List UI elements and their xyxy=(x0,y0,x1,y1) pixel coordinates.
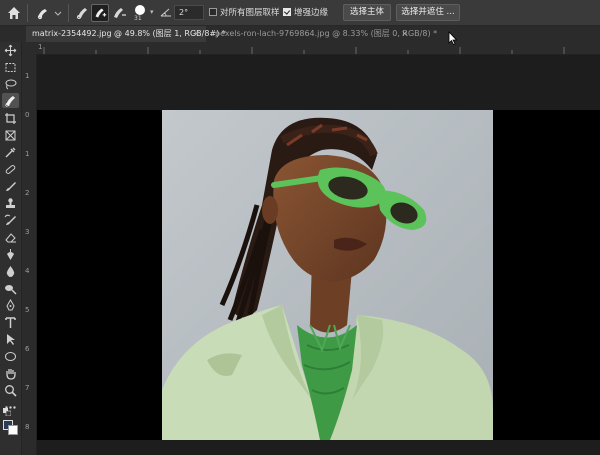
blur-tool-icon[interactable] xyxy=(4,265,17,278)
brush-size-value: 31 xyxy=(134,15,142,22)
angle-input[interactable]: 2° xyxy=(174,5,204,20)
enhance-edge-checkbox[interactable] xyxy=(283,8,291,16)
ruler-number: 6 xyxy=(25,345,30,353)
ruler-number: 1 xyxy=(38,43,43,51)
ruler-number: 5 xyxy=(25,306,30,314)
document-canvas[interactable] xyxy=(37,110,600,440)
ellipse-tool-icon[interactable] xyxy=(4,350,17,363)
ruler-corner xyxy=(22,42,36,54)
ruler-number: 0 xyxy=(25,111,30,119)
quick-selection-tool-icon[interactable] xyxy=(2,93,19,108)
lasso-tool-icon[interactable] xyxy=(4,78,17,91)
pen-tool-icon[interactable] xyxy=(4,299,17,312)
zoom-tool-icon[interactable] xyxy=(4,384,17,397)
crop-tool-icon[interactable] xyxy=(4,112,17,125)
sample-all-layers-label: 对所有图层取样 xyxy=(220,8,280,18)
canvas-workspace[interactable] xyxy=(37,55,600,455)
gradient-tool-icon[interactable] xyxy=(4,248,17,261)
clone-stamp-icon[interactable] xyxy=(4,197,17,210)
ruler-number: 7 xyxy=(25,384,30,392)
separator xyxy=(68,4,69,22)
path-selection-icon[interactable] xyxy=(4,333,17,346)
dodge-tool-icon[interactable] xyxy=(4,282,17,295)
angle-icon xyxy=(160,6,172,18)
separator xyxy=(27,4,28,22)
tab-matrix-document[interactable]: matrix-2354492.jpg @ 49.8% (图层 1, RGB/8#… xyxy=(26,26,226,42)
document-tab-bar: matrix-2354492.jpg @ 49.8% (图层 1, RGB/8#… xyxy=(0,26,600,42)
brush-preview[interactable] xyxy=(135,5,145,15)
frame-tool-icon[interactable] xyxy=(4,129,17,142)
chevron-down-icon[interactable]: ▾ xyxy=(150,8,154,16)
horizontal-ruler[interactable]: 1 xyxy=(36,42,600,55)
mouse-cursor-icon xyxy=(448,30,458,46)
healing-brush-icon[interactable] xyxy=(4,163,17,176)
ruler-number: 2 xyxy=(25,189,30,197)
add-to-selection-brush-icon[interactable] xyxy=(91,4,109,22)
close-icon[interactable]: × xyxy=(193,26,200,42)
enhance-edge-label: 增强边缘 xyxy=(294,8,329,18)
default-colors-icon[interactable] xyxy=(3,408,12,417)
new-selection-brush-icon[interactable] xyxy=(74,4,92,22)
ruler-number: 4 xyxy=(25,267,30,275)
portrait-photo[interactable] xyxy=(162,110,493,440)
subtract-from-selection-brush-icon[interactable] xyxy=(110,4,128,22)
brush-tool-icon[interactable] xyxy=(4,180,17,193)
home-icon[interactable] xyxy=(4,3,24,23)
ruler-number: 8 xyxy=(25,423,30,431)
hand-tool-icon[interactable] xyxy=(4,367,17,380)
marquee-tool-icon[interactable] xyxy=(4,61,17,74)
tool-preset-picker[interactable] xyxy=(34,4,64,22)
options-bar: 31 ▾ 2° 对所有图层取样 增强边缘 选择主体 选择并遮住 ... xyxy=(0,0,600,26)
tools-panel xyxy=(0,42,22,455)
select-and-mask-button[interactable]: 选择并遮住 ... xyxy=(396,4,460,21)
move-tool-icon[interactable] xyxy=(4,44,17,57)
close-icon[interactable]: × xyxy=(401,26,408,42)
background-color-swatch[interactable] xyxy=(8,425,18,435)
type-tool-icon[interactable] xyxy=(4,316,17,329)
eyedropper-tool-icon[interactable] xyxy=(4,146,17,159)
ruler-number: 1 xyxy=(25,150,30,158)
sample-all-layers-checkbox[interactable] xyxy=(209,8,217,16)
eraser-tool-icon[interactable] xyxy=(4,231,17,244)
ruler-number: 3 xyxy=(25,228,30,236)
vertical-ruler[interactable]: 1 0 1 2 3 4 5 6 7 8 xyxy=(22,54,37,455)
tab-pexels-document[interactable]: pexels-ron-lach-9769864.jpg @ 8.33% (图层 … xyxy=(209,26,437,42)
ruler-number: 1 xyxy=(25,72,30,80)
history-brush-icon[interactable] xyxy=(4,214,17,227)
select-subject-button[interactable]: 选择主体 xyxy=(343,4,391,21)
